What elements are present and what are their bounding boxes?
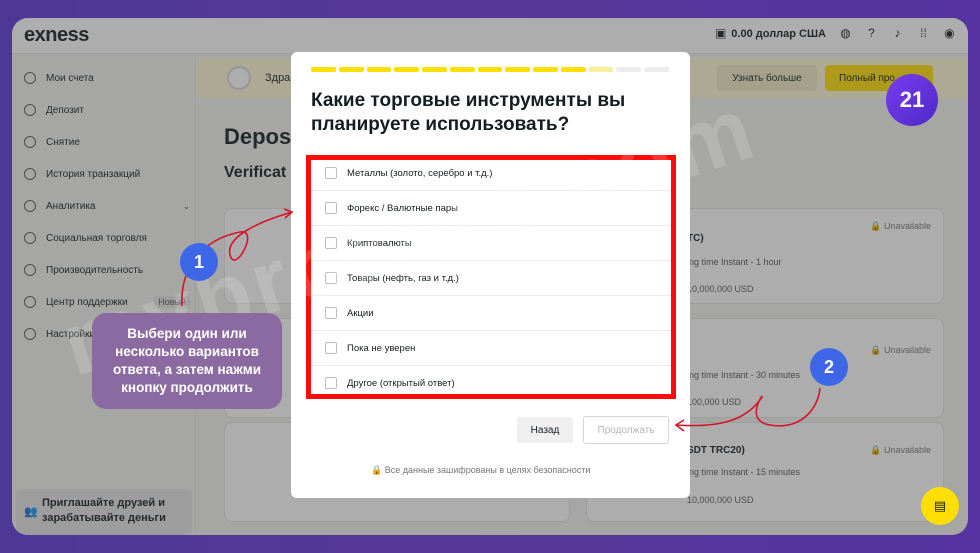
chat-support-button[interactable]: ▤	[921, 487, 959, 525]
step-number-badge: 21	[886, 74, 938, 126]
step-1-marker: 1	[180, 243, 218, 281]
annotation-arrows	[181, 208, 821, 432]
step-2-marker: 2	[810, 348, 848, 386]
chat-icon: ▤	[933, 498, 947, 513]
instruction-tooltip: Выбери один или несколько вариантов отве…	[92, 313, 282, 409]
arrow-2-path	[675, 387, 821, 427]
